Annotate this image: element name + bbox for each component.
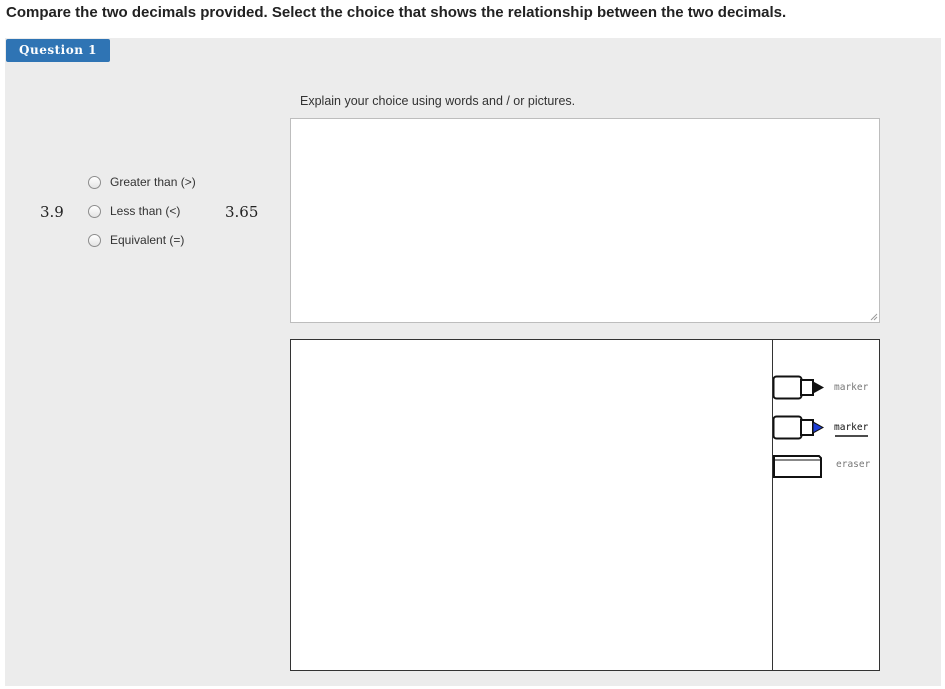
tool-label: eraser [836,459,871,470]
choice-greater-than[interactable]: Greater than (>) [88,173,196,191]
right-decimal: 3.65 [225,203,259,221]
black-marker-tool[interactable]: marker [773,374,879,402]
explanation-textarea[interactable] [290,118,880,323]
blue-marker-tool[interactable]: marker [773,414,879,442]
eraser-tool[interactable]: eraser [773,452,879,480]
choice-label: Equivalent (=) [110,233,185,247]
radio-button[interactable] [88,233,101,247]
tool-label: marker [834,422,869,433]
instruction-text: Compare the two decimals provided. Selec… [6,4,787,21]
radio-button[interactable] [88,204,101,218]
drawing-tools-panel: marker marker eraser [772,339,880,671]
left-decimal: 3.9 [40,203,64,221]
radio-button[interactable] [88,175,101,189]
choice-less-than[interactable]: Less than (<) [88,202,180,220]
choice-label: Greater than (>) [110,175,196,189]
choice-label: Less than (<) [110,204,181,218]
drawing-canvas[interactable] [290,339,773,671]
explain-label: Explain your choice using words and / or… [300,94,576,108]
choice-equivalent[interactable]: Equivalent (=) [88,231,184,249]
tool-label: marker [834,382,869,393]
resize-grip-icon[interactable] [870,313,878,321]
tab-question-1[interactable]: Question 1 [6,39,110,62]
